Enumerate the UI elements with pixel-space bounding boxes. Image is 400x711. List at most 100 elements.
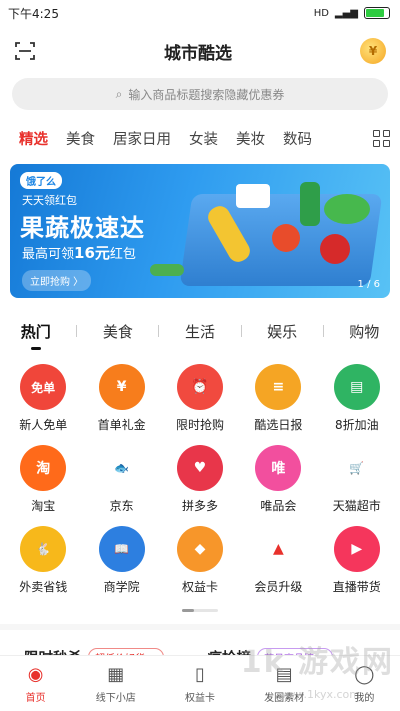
app-header: 城市酷选 ¥ (0, 26, 400, 76)
nav-item-material[interactable]: ▤ 发圈素材 (264, 663, 305, 705)
feature-item[interactable]: 🛒 天猫超市 (318, 445, 396, 514)
section-tab-life[interactable]: 生活 (185, 321, 215, 342)
material-icon: ▤ (275, 663, 293, 685)
fuel-card-icon: ▤ (333, 364, 380, 410)
search-icon: ⌕ (115, 86, 123, 101)
nav-item-card[interactable]: ▯ 权益卡 (184, 663, 215, 705)
section-tabs: 热门 美食 生活 娱乐 购物 (0, 316, 400, 350)
feature-item[interactable]: ◆ 权益卡 (161, 526, 239, 595)
feature-label: 拼多多 (181, 499, 218, 513)
nav-label: 我的 (354, 693, 375, 704)
feature-item[interactable]: 📖 商学院 (82, 526, 160, 595)
feature-item[interactable]: 免单 新人免单 (4, 364, 82, 433)
main-panel: 热门 美食 生活 娱乐 购物 免单 新人免单 ¥ 首单礼金 ⏰ 限时抢购 ≡ 酷选日报 ▤ 8折加… (0, 306, 400, 624)
nav-label: 发圈素材 (264, 693, 305, 704)
feature-item[interactable]: 🐇 外卖省钱 (4, 526, 82, 595)
lettuce-image (324, 194, 370, 224)
category-tab-food[interactable]: 美食 (57, 128, 104, 149)
section-tab-entertainment[interactable]: 娱乐 (267, 321, 297, 342)
signal-icon: ▂▄▆ (334, 7, 358, 19)
feature-label: 直播带货 (332, 580, 381, 594)
tmall-market-icon: 🛒 (333, 445, 380, 491)
takeout-icon: 🐇 (20, 526, 67, 572)
all-categories-icon[interactable] (373, 129, 390, 147)
page-title: 城市酷选 (164, 43, 232, 64)
vip-icon: 唯 (255, 445, 302, 491)
feature-label: 京东 (109, 499, 134, 513)
feature-item[interactable]: ▶ 直播带货 (318, 526, 396, 595)
feature-item[interactable]: 🐟 京东 (82, 445, 160, 514)
live-stream-icon: ▶ (333, 526, 380, 572)
feature-label: 天猫超市 (332, 499, 381, 513)
jd-icon: 🐟 (98, 445, 145, 491)
scan-icon[interactable] (14, 40, 36, 62)
banner-headline: 果蔬极速达 (20, 214, 145, 242)
section-tab-shopping[interactable]: 购物 (349, 321, 379, 342)
store-grid-icon: ▦ (107, 663, 125, 685)
alarm-clock-icon: ⏰ (176, 364, 223, 410)
tab-divider (158, 325, 160, 337)
signal-label: HD (313, 7, 329, 19)
category-tab-featured[interactable]: 精选 (10, 128, 57, 149)
feature-item[interactable]: ¥ 首单礼金 (82, 364, 160, 433)
banner-description: 最高可领16元红包 (22, 244, 136, 262)
tab-divider (240, 325, 242, 337)
home-icon: ◉ (27, 663, 44, 685)
feature-item[interactable]: ♥ 拼多多 (161, 445, 239, 514)
feature-item[interactable]: 唯唯品会 (239, 445, 317, 514)
profile-icon: ◯ (354, 663, 375, 685)
status-time: 下午4:25 (8, 6, 59, 21)
feature-label: 会员升级 (254, 580, 303, 594)
daily-report-icon: ≡ (255, 364, 302, 410)
nav-item-profile[interactable]: ◯ 我的 (353, 663, 375, 705)
nav-label: 首页 (25, 693, 46, 704)
nav-item-store-grid[interactable]: ▦ 线下小店 (95, 663, 136, 705)
feature-label: 商学院 (103, 580, 140, 594)
card-icon: ▯ (195, 663, 205, 685)
feature-item[interactable]: ⏰ 限时抢购 (161, 364, 239, 433)
battery-icon (364, 7, 390, 19)
feature-label: 首单礼金 (97, 418, 146, 432)
status-icons: HD ▂▄▆ (314, 7, 390, 19)
free-order-icon: 免单 (20, 364, 67, 410)
grid-scroll-indicator (0, 603, 400, 624)
category-tab-digital[interactable]: 数码 (274, 128, 321, 149)
category-tabs: 精选 美食 居家日用 女装 美妆 数码 (0, 118, 400, 158)
category-tab-womens[interactable]: 女装 (180, 128, 227, 149)
business-school-icon: 📖 (98, 526, 145, 572)
feature-label: 限时抢购 (175, 418, 224, 432)
section-tab-hot[interactable]: 热门 (21, 321, 51, 350)
benefit-card-icon: ◆ (176, 526, 223, 572)
feature-item[interactable]: ≡ 酷选日报 (239, 364, 317, 433)
feature-label: 新人免单 (19, 418, 68, 432)
taobao-icon: 淘 (20, 445, 67, 491)
feature-label: 唯品会 (260, 499, 297, 513)
nav-label: 线下小店 (95, 693, 136, 704)
pinduoduo-icon: ♥ (176, 445, 223, 491)
juice-box-image (236, 184, 270, 208)
nav-item-home[interactable]: ◉ 首页 (25, 663, 47, 705)
banner-subtitle: 天天领红包 (22, 194, 77, 207)
feature-icon-grid: 免单 新人免单 ¥ 首单礼金 ⏰ 限时抢购 ≡ 酷选日报 ▤ 8折加油淘淘宝 🐟 京东 ♥ 拼多多 唯唯品会… (0, 346, 400, 603)
feature-label: 淘宝 (31, 499, 56, 513)
status-bar: 下午4:25 HD ▂▄▆ (0, 0, 400, 26)
nav-label: 权益卡 (184, 693, 215, 704)
promo-banner[interactable]: 饿了么 天天领红包 果蔬极速达 最高可领16元红包 立即抢购 〉 1 / 6 (10, 164, 390, 298)
feature-item[interactable]: ▲ 会员升级 (239, 526, 317, 595)
bottom-nav: ◉ 首页 ▦ 线下小店 ▯ 权益卡 ▤ 发圈素材 ◯ 我的 (0, 655, 400, 711)
category-tab-household[interactable]: 居家日用 (104, 128, 180, 149)
section-tab-food[interactable]: 美食 (103, 321, 133, 342)
eleme-logo: 饿了么 (20, 172, 62, 189)
bottle-image (300, 182, 320, 226)
feature-label: 酷选日报 (254, 418, 303, 432)
feature-label: 权益卡 (181, 580, 218, 594)
member-upgrade-icon: ▲ (255, 526, 302, 572)
feature-item[interactable]: 淘淘宝 (4, 445, 82, 514)
feature-label: 8折加油 (334, 418, 379, 432)
banner-cta-button[interactable]: 立即抢购 〉 (22, 270, 92, 291)
coin-reward-icon[interactable]: ¥ (360, 38, 386, 64)
tab-divider (76, 325, 78, 337)
category-tab-beauty[interactable]: 美妆 (227, 128, 274, 149)
feature-item[interactable]: ▤ 8折加油 (318, 364, 396, 433)
search-input[interactable]: ⌕ 输入商品标题搜索隐藏优惠券 (12, 78, 388, 110)
